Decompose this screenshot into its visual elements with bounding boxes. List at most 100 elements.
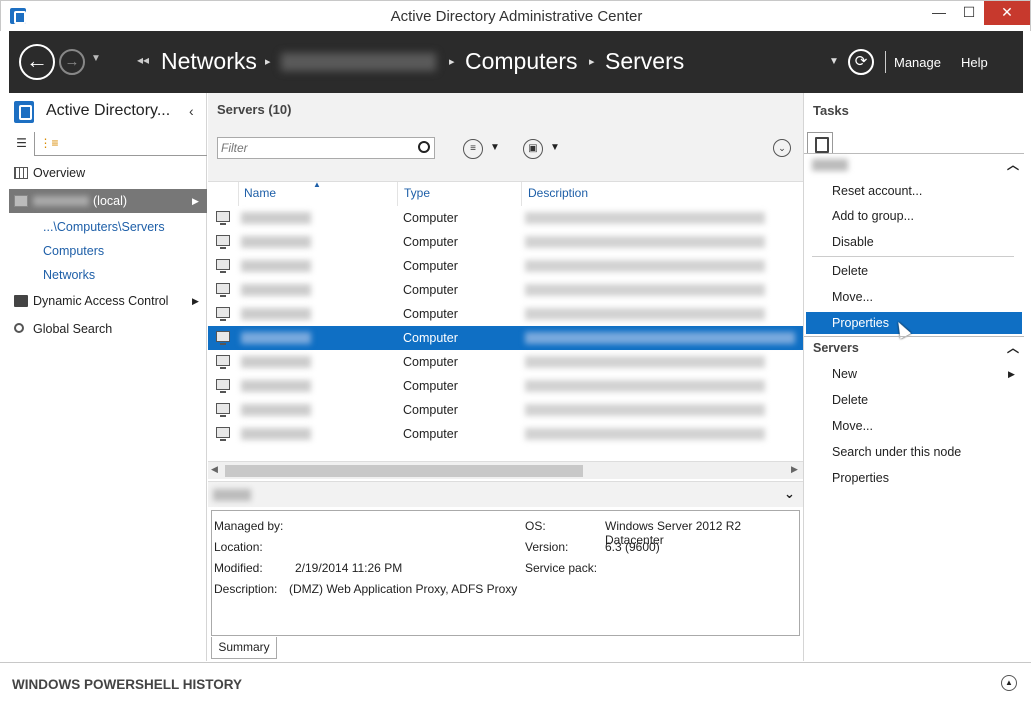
summary-tab[interactable]: Summary xyxy=(211,637,277,659)
column-header-name[interactable]: Name xyxy=(244,186,276,200)
table-row[interactable]: Computer xyxy=(208,374,803,398)
task-disable[interactable]: Disable xyxy=(806,231,1022,253)
table-row[interactable]: Computer xyxy=(208,254,803,278)
expand-filter-icon[interactable]: ⌄ xyxy=(773,139,791,157)
scroll-left-icon[interactable]: ◀ xyxy=(211,464,218,475)
table-row[interactable]: Computer xyxy=(208,326,803,350)
expand-arrow-icon[interactable]: ▶ xyxy=(192,189,199,213)
nav-item-label: Dynamic Access Control xyxy=(33,294,169,308)
view-options-dropdown-icon[interactable]: ▼ xyxy=(490,142,500,153)
table-row[interactable]: Computer xyxy=(208,230,803,254)
task-move-servers[interactable]: Move... xyxy=(806,415,1022,437)
row-description-redacted xyxy=(525,260,765,272)
nav-item-global-search[interactable]: Global Search xyxy=(9,317,207,341)
save-query-icon[interactable]: ▣ xyxy=(523,139,543,159)
row-description-redacted xyxy=(525,212,765,224)
forward-arrow-icon[interactable]: → xyxy=(59,49,85,75)
task-delete-servers[interactable]: Delete xyxy=(806,389,1022,411)
close-button[interactable]: ✕ xyxy=(984,1,1030,25)
task-label: Reset account... xyxy=(832,184,923,198)
row-type: Computer xyxy=(403,379,458,393)
task-reset-account[interactable]: Reset account... xyxy=(806,180,1022,202)
computer-icon xyxy=(216,283,230,297)
list-view-tab-icon[interactable]: ☰ xyxy=(9,132,35,156)
manage-menu[interactable]: Manage xyxy=(894,55,941,70)
minimize-button[interactable]: — xyxy=(924,1,954,25)
task-section-servers[interactable]: Servers ︿ xyxy=(804,336,1024,358)
breadcrumb-networks[interactable]: Networks xyxy=(161,48,257,75)
table-row[interactable]: Computer xyxy=(208,350,803,374)
table-row[interactable]: Computer xyxy=(208,422,803,446)
scrollbar-thumb[interactable] xyxy=(225,465,583,477)
chevron-up-icon[interactable]: ︿ xyxy=(1007,156,1019,173)
row-type: Computer xyxy=(403,211,458,225)
column-header-description[interactable]: Description xyxy=(528,186,588,200)
modified-label: Modified: xyxy=(214,561,263,575)
nav-item-overview[interactable]: Overview xyxy=(9,161,207,185)
computer-icon xyxy=(216,379,230,393)
breadcrumb-domain-redacted[interactable] xyxy=(281,53,436,71)
domain-icon xyxy=(14,195,28,207)
row-type: Computer xyxy=(403,283,458,297)
table-row[interactable]: Computer xyxy=(208,302,803,326)
computer-icon xyxy=(216,211,230,225)
task-add-to-group[interactable]: Add to group... xyxy=(806,205,1022,227)
overview-icon xyxy=(14,167,28,179)
table-row[interactable]: Computer xyxy=(208,398,803,422)
breadcrumb-computers[interactable]: Computers xyxy=(465,48,577,75)
breadcrumb-separator-icon[interactable]: ▸ xyxy=(265,55,271,68)
active-directory-icon xyxy=(14,101,34,123)
powershell-history-bar[interactable]: WINDOWS POWERSHELL HISTORY ▲ xyxy=(0,662,1031,706)
breadcrumb-separator-icon[interactable]: ▸ xyxy=(449,55,455,68)
tree-view-tab-icon[interactable]: ⋮≡ xyxy=(36,132,62,156)
breadcrumb-overflow-icon[interactable]: ◂◂ xyxy=(137,53,149,67)
task-properties[interactable]: Properties xyxy=(806,312,1022,334)
table-row[interactable]: Computer xyxy=(208,206,803,230)
chevron-down-icon[interactable]: ⌄ xyxy=(784,486,795,502)
task-section-object[interactable]: ︿ xyxy=(804,153,1024,175)
tasks-clipboard-tab-icon[interactable] xyxy=(807,132,833,154)
version-label: Version: xyxy=(525,540,569,554)
task-search-under-node[interactable]: Search under this node xyxy=(806,441,1022,463)
task-delete[interactable]: Delete xyxy=(806,260,1022,282)
task-label: Disable xyxy=(832,235,874,249)
nav-item-local-domain[interactable]: (local) ▶ xyxy=(9,189,207,213)
computer-icon xyxy=(216,307,230,321)
help-menu[interactable]: Help xyxy=(961,55,988,70)
breadcrumb-dropdown-icon[interactable]: ▼ xyxy=(829,56,839,67)
task-move[interactable]: Move... xyxy=(806,286,1022,308)
sort-ascending-icon: ▲ xyxy=(313,180,321,189)
back-arrow-icon[interactable]: ← xyxy=(19,44,55,80)
horizontal-scrollbar[interactable]: ◀ ▶ xyxy=(208,461,803,479)
breadcrumb-separator-icon[interactable]: ▸ xyxy=(589,55,595,68)
details-header[interactable]: ⌄ xyxy=(208,481,803,507)
search-icon[interactable] xyxy=(418,141,430,153)
version-value: 6.3 (9600) xyxy=(605,540,660,554)
chevron-up-icon[interactable]: ︿ xyxy=(1007,339,1019,356)
recent-item-networks[interactable]: Networks xyxy=(43,264,95,286)
view-options-icon[interactable]: ≡ xyxy=(463,139,483,159)
column-divider xyxy=(521,182,522,206)
expand-arrow-icon[interactable]: ▶ xyxy=(192,289,199,313)
filter-field[interactable] xyxy=(217,137,435,159)
column-header-type[interactable]: Type xyxy=(404,186,430,200)
filter-input[interactable] xyxy=(218,138,408,158)
maximize-button[interactable]: ☐ xyxy=(954,1,984,25)
row-description-redacted xyxy=(525,332,795,344)
refresh-icon[interactable]: ⟳ xyxy=(848,49,874,75)
scroll-right-icon[interactable]: ▶ xyxy=(791,464,798,475)
history-dropdown-icon[interactable]: ▼ xyxy=(91,53,101,64)
title-bar: Active Directory Administrative Center —… xyxy=(0,0,1031,31)
breadcrumb-servers[interactable]: Servers xyxy=(605,48,684,75)
recent-item-servers[interactable]: ...\Computers\Servers xyxy=(43,216,165,238)
collapse-pane-icon[interactable]: ‹ xyxy=(189,103,194,119)
os-label: OS: xyxy=(525,519,546,533)
table-row[interactable]: Computer xyxy=(208,278,803,302)
task-properties-servers[interactable]: Properties xyxy=(806,467,1022,489)
task-new[interactable]: New ▶ xyxy=(806,363,1022,385)
nav-item-dynamic-access-control[interactable]: Dynamic Access Control ▶ xyxy=(9,289,207,313)
row-name-redacted xyxy=(241,260,311,272)
recent-item-computers[interactable]: Computers xyxy=(43,240,104,262)
expand-history-icon[interactable]: ▲ xyxy=(1001,675,1017,691)
save-query-dropdown-icon[interactable]: ▼ xyxy=(550,142,560,153)
